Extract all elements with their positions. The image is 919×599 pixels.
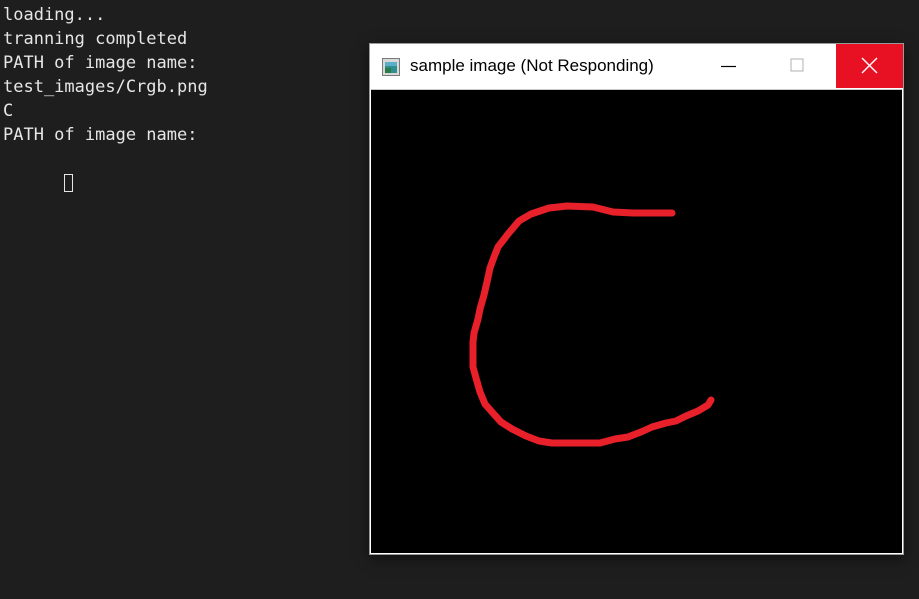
handwritten-c-drawing: [469, 202, 715, 447]
image-canvas: [371, 89, 902, 553]
close-button[interactable]: [836, 44, 903, 88]
window-titlebar[interactable]: sample image (Not Responding): [370, 44, 903, 89]
app-icon: [382, 58, 400, 76]
terminal-line: test_images/Crgb.png: [3, 77, 208, 97]
maximize-button[interactable]: [763, 44, 830, 88]
terminal-line: PATH of image name:: [3, 125, 198, 145]
window-title: sample image (Not Responding): [410, 56, 654, 75]
terminal-line: tranning completed: [3, 29, 188, 49]
image-window[interactable]: sample image (Not Responding): [370, 44, 903, 554]
minimize-button[interactable]: [696, 44, 763, 88]
terminal-output: loading... tranning completed PATH of im…: [3, 3, 208, 192]
terminal-line: C: [3, 101, 14, 121]
text-cursor: [64, 174, 74, 192]
terminal-line: loading...: [3, 5, 106, 25]
terminal-input-line[interactable]: [3, 147, 208, 192]
terminal-line: PATH of image name:: [3, 53, 198, 73]
